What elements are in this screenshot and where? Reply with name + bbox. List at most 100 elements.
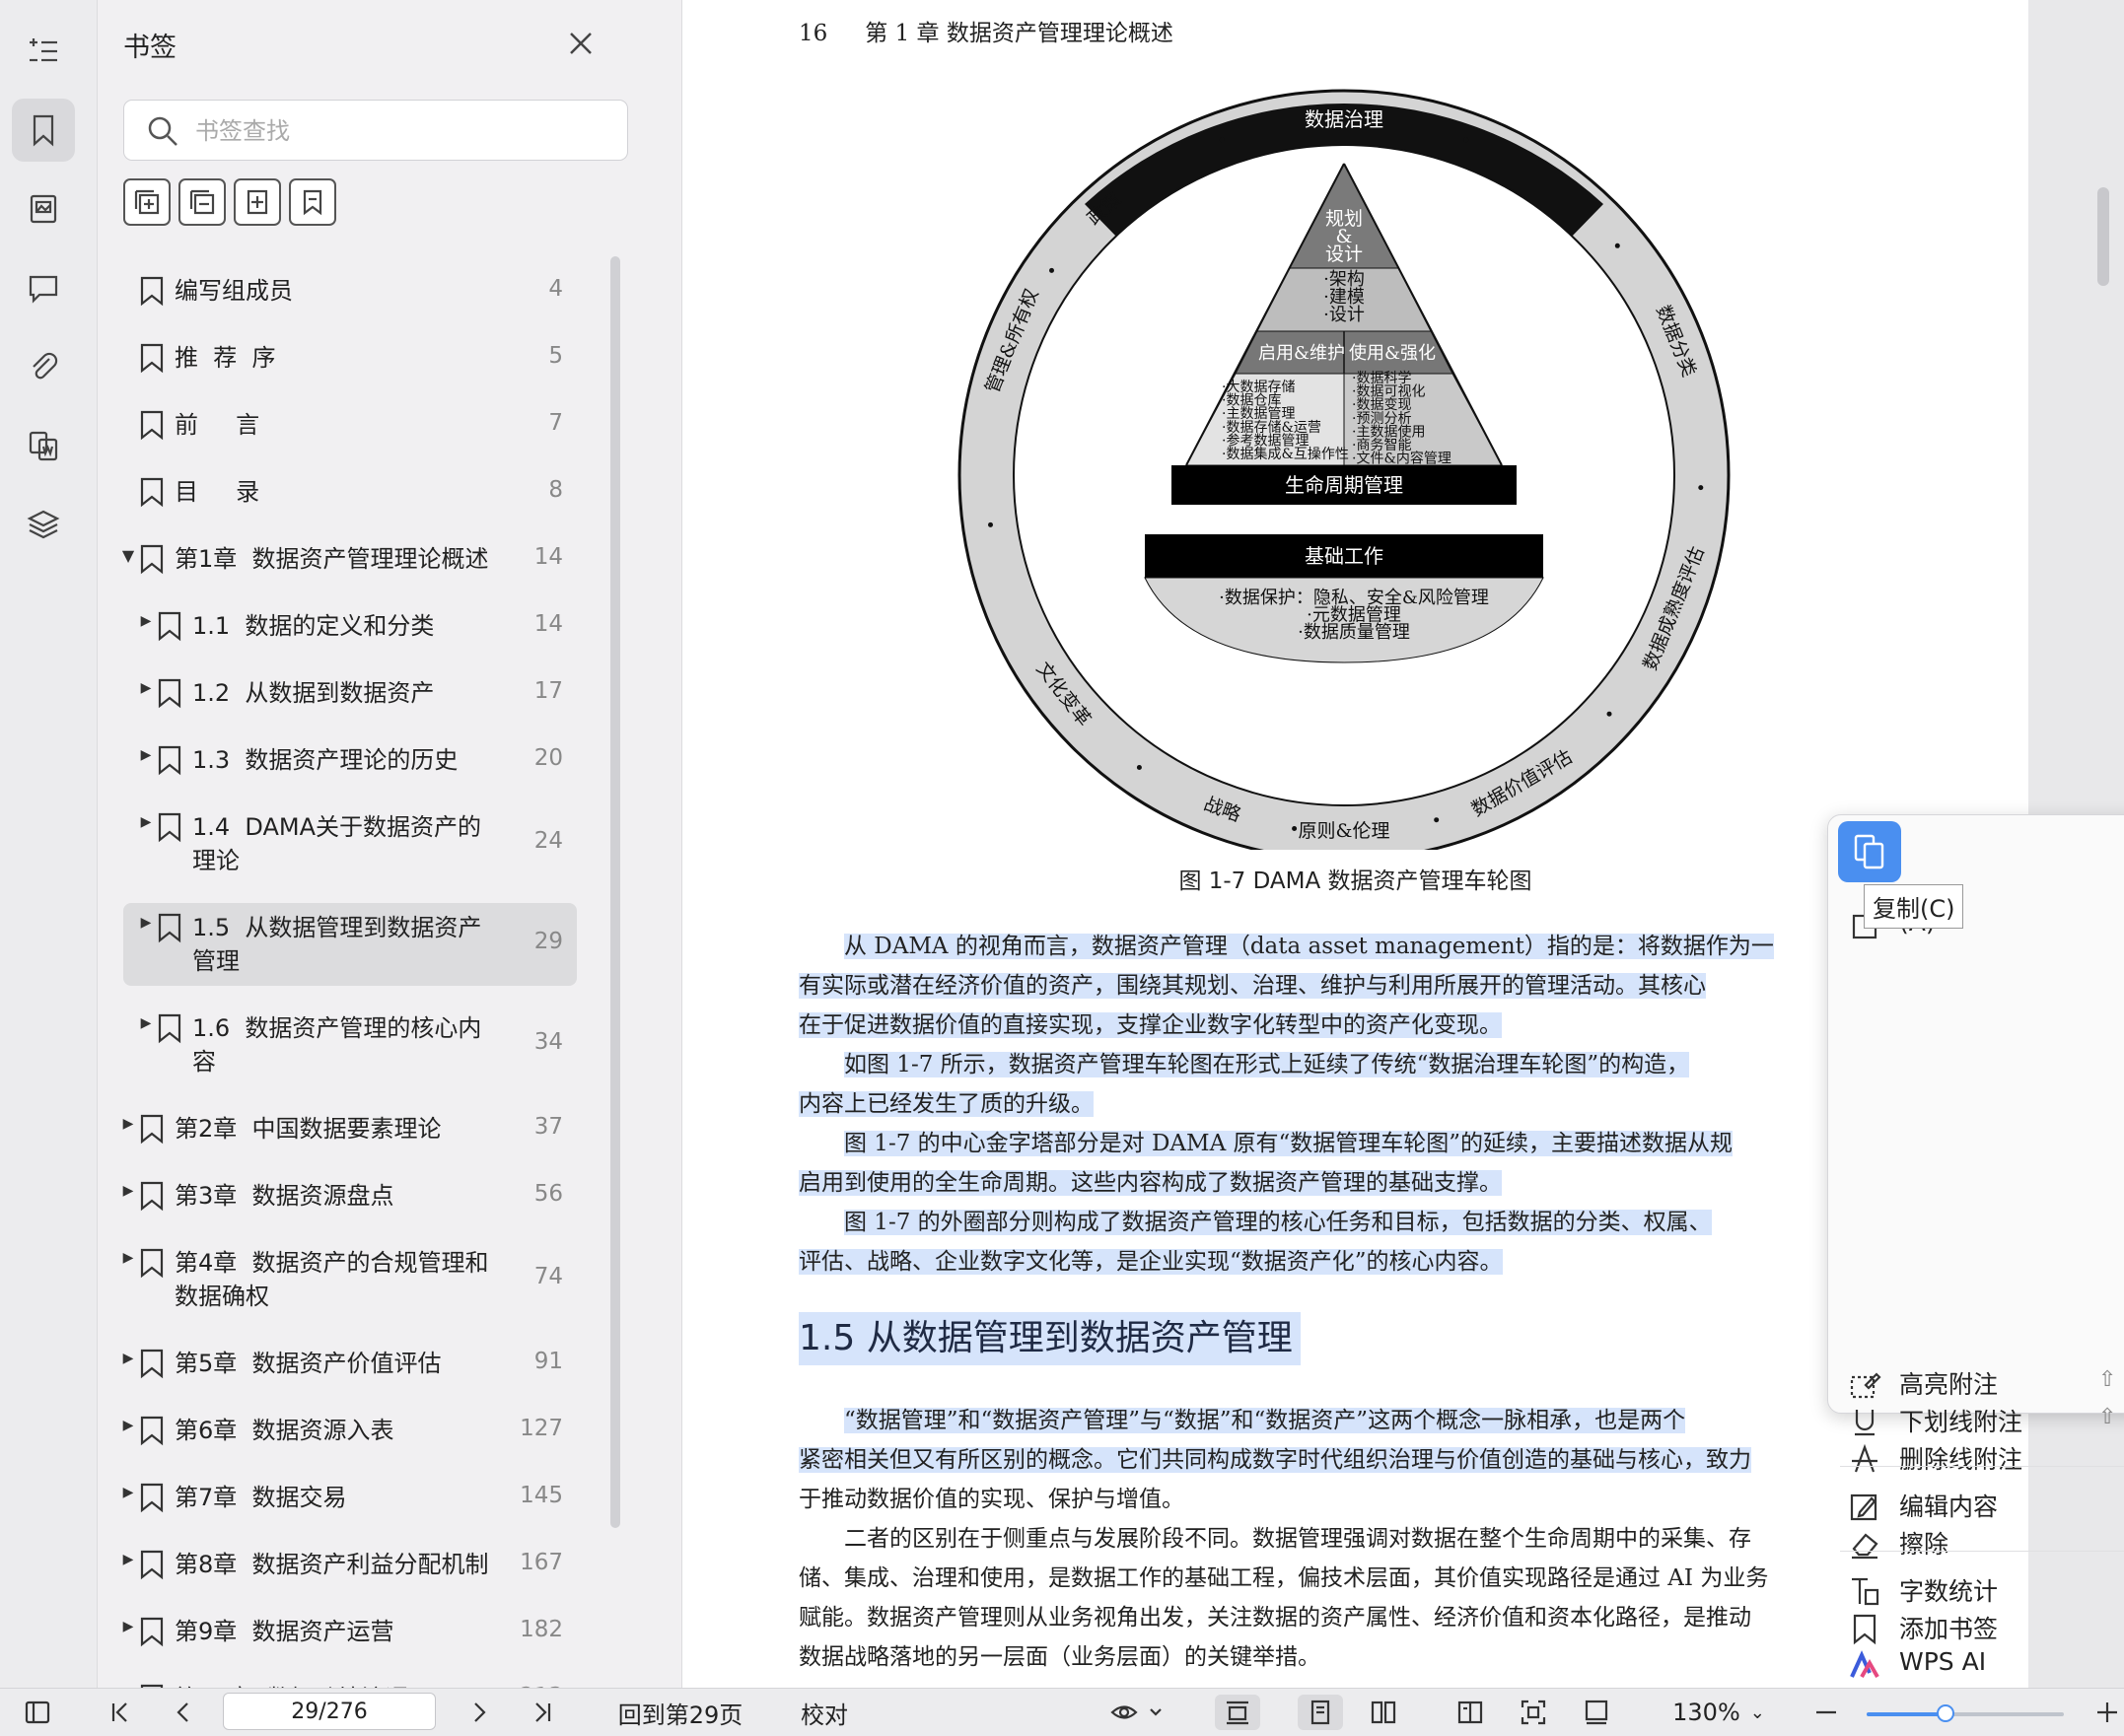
bookmark-icon: [157, 677, 182, 709]
proofread-button[interactable]: 校对: [795, 1695, 854, 1730]
collapsed-arrow-icon[interactable]: ▶: [119, 1552, 137, 1567]
text-line: 评估、战略、企业数字文化等，是企业实现“数据资产化”的核心内容。: [799, 1249, 1503, 1275]
chapter-head: 第 1 章 数据资产管理理论概述: [865, 21, 1173, 46]
bookmark-item[interactable]: ▶ 1.3 数据资产理论的历史 20: [123, 735, 577, 785]
bookmark-item[interactable]: ▶ 第9章 数据资产运营 182: [123, 1607, 577, 1656]
single-page-continuous-icon[interactable]: [1215, 1695, 1260, 1730]
copy-button[interactable]: [1838, 821, 1901, 882]
next-page-icon[interactable]: [461, 1695, 497, 1730]
scrollbar-thumb[interactable]: [2097, 187, 2109, 286]
bookmark-label: 第3章 数据资源盘点: [175, 1182, 394, 1210]
menu-item-wps-ai[interactable]: WPS AI: [1840, 1643, 2124, 1689]
bookmark-panel-icon[interactable]: [12, 99, 75, 162]
collapsed-arrow-icon[interactable]: ▶: [119, 1619, 137, 1634]
menu-item-eraser[interactable]: 擦除: [1840, 1521, 2124, 1566]
collapsed-arrow-icon[interactable]: ▶: [137, 1015, 155, 1031]
collapsed-arrow-icon[interactable]: ▶: [137, 680, 155, 696]
collapsed-arrow-icon[interactable]: ▶: [119, 1116, 137, 1132]
layers-icon[interactable]: [12, 493, 75, 556]
bookmark-item[interactable]: ▶ 第3章 数据资源盘点 56: [123, 1171, 577, 1220]
pyramid-right-head: 使用&强化: [1349, 343, 1436, 364]
attachment-icon[interactable]: [12, 335, 75, 398]
ring-dot: [1292, 826, 1298, 831]
page-number-input[interactable]: [223, 1693, 436, 1730]
bookmark-item[interactable]: ▶ 第2章 中国数据要素理论 37: [123, 1104, 577, 1153]
expanded-arrow-icon[interactable]: ▼: [119, 546, 137, 565]
bookmark-page: 14: [533, 611, 563, 637]
collapsed-arrow-icon[interactable]: ▶: [119, 1485, 137, 1500]
bookmark-item[interactable]: ▶ 第7章 数据交易 145: [123, 1473, 577, 1522]
comment-icon[interactable]: [12, 256, 75, 319]
two-page-icon[interactable]: [1361, 1695, 1406, 1730]
collapse-all-icon[interactable]: [178, 178, 226, 226]
bookmark-item[interactable]: 推 荐 序 5: [123, 333, 577, 382]
bookmark-icon: [157, 610, 182, 642]
bookmark-item[interactable]: 前 言 7: [123, 400, 577, 450]
zoom-slider-handle[interactable]: [1937, 1704, 1954, 1722]
zoom-in-icon[interactable]: [2090, 1695, 2124, 1730]
bookmark-panel: 书签 编写组成员 4 推 荐 序 5 前 言 7 目 录 8 ▼ 第1章 数据资产管理理论概述 14…: [98, 0, 682, 1688]
menu-item-strikethrough[interactable]: 删除线附注: [1840, 1436, 2124, 1482]
bookmark-page: 4: [548, 276, 563, 302]
collapsed-arrow-icon[interactable]: ▶: [119, 1418, 137, 1433]
outline-icon[interactable]: [12, 20, 75, 83]
collapsed-arrow-icon[interactable]: ▶: [119, 1183, 137, 1199]
bookmark-search[interactable]: [123, 100, 628, 161]
first-page-icon[interactable]: [103, 1695, 138, 1730]
bookmark-icon: [1848, 1612, 1881, 1645]
bookmark-page: 24: [533, 828, 563, 854]
paragraph-4: 图 1-7 的外圈部分则构成了数据资产管理的核心任务和目标，包括数据的分类、权属…: [799, 1203, 1874, 1282]
close-icon[interactable]: [565, 28, 597, 59]
bookmark-item[interactable]: ▶ 第6章 数据资源入表 127: [123, 1406, 577, 1455]
bookmark-item[interactable]: 编写组成员 4: [123, 266, 577, 315]
paragraph-6: 二者的区别在于侧重点与发展阶段不同。数据管理强调对数据在整个生命周期中的采集、存…: [799, 1519, 1874, 1677]
word-count-icon: [1848, 1574, 1881, 1608]
bookmark-item[interactable]: 目 录 8: [123, 467, 577, 517]
eye-icon[interactable]: [1104, 1695, 1173, 1730]
collapsed-arrow-icon[interactable]: ▶: [137, 915, 155, 931]
bookmark-page: 14: [533, 544, 563, 570]
collapsed-arrow-icon[interactable]: ▶: [137, 747, 155, 763]
wheel-text: ·数据集成&互操作性: [1222, 446, 1349, 462]
dama-wheel-figure: 数据治理 政策管理&所有权文化变革战略原则&伦理数据价值评估数据成熟度评估数据分…: [957, 89, 1731, 850]
expand-all-icon[interactable]: [123, 178, 171, 226]
zoom-level: 130%: [1672, 1699, 1740, 1726]
remove-bookmark-icon[interactable]: [289, 178, 336, 226]
bookmark-item[interactable]: ▶第10章 数据跨境流通213: [123, 1674, 577, 1688]
bookmark-page: 56: [533, 1181, 563, 1207]
bookmark-item[interactable]: ▶ 1.2 从数据到数据资产 17: [123, 668, 577, 718]
bookmark-item[interactable]: ▶ 第5章 数据资产价值评估 91: [123, 1339, 577, 1388]
bookmark-item[interactable]: ▶ 1.5 从数据管理到数据资产 管理 29: [123, 903, 577, 986]
goto-page-button[interactable]: 回到第29页: [609, 1695, 751, 1730]
collapsed-arrow-icon[interactable]: ▶: [137, 814, 155, 830]
convert-icon[interactable]: [12, 414, 75, 477]
bookmark-item[interactable]: ▶ 1.4 DAMA关于数据资产的 理论 24: [123, 802, 577, 885]
zoom-select[interactable]: 130% ⌄: [1664, 1695, 1773, 1730]
bookmark-item[interactable]: ▶ 第8章 数据资产利益分配机制 167: [123, 1540, 577, 1589]
bookmark-item[interactable]: ▼ 第1章 数据资产管理理论概述 14: [122, 534, 577, 584]
thumbnail-icon[interactable]: [12, 177, 75, 241]
bookmark-item[interactable]: ▶ 1.1 数据的定义和分类 14: [123, 601, 577, 651]
bookmark-item[interactable]: ▶ 1.6 数据资产管理的核心内 容 34: [123, 1004, 577, 1086]
single-page-icon[interactable]: [1298, 1695, 1343, 1730]
collapsed-arrow-icon[interactable]: ▶: [137, 613, 155, 629]
bookmark-icon: [139, 342, 165, 374]
fit-width-icon[interactable]: [1574, 1695, 1619, 1730]
wheel-top-label: 数据治理: [1305, 107, 1383, 131]
book-mode-icon[interactable]: [1448, 1695, 1493, 1730]
zoom-out-icon[interactable]: [1808, 1695, 1844, 1730]
collapsed-arrow-icon[interactable]: ▶: [119, 1351, 137, 1366]
panel-scrollbar[interactable]: [610, 256, 620, 1528]
panel-title: 书签: [123, 33, 177, 63]
zoom-slider[interactable]: [1867, 1704, 2064, 1722]
bookmark-search-input[interactable]: [193, 110, 611, 152]
sidebar-toggle-icon[interactable]: [18, 1695, 57, 1730]
last-page-icon[interactable]: [525, 1695, 560, 1730]
fit-page-icon[interactable]: [1511, 1695, 1556, 1730]
prev-page-icon[interactable]: [166, 1695, 201, 1730]
bookmark-page: 20: [533, 745, 563, 771]
collapsed-arrow-icon[interactable]: ▶: [119, 1250, 137, 1266]
bookmark-item[interactable]: ▶ 第4章 数据资产的合规管理和 数据确权 74: [123, 1238, 577, 1321]
add-bookmark-icon[interactable]: [234, 178, 281, 226]
wheel-text: ·文件&内容管理: [1352, 451, 1451, 467]
